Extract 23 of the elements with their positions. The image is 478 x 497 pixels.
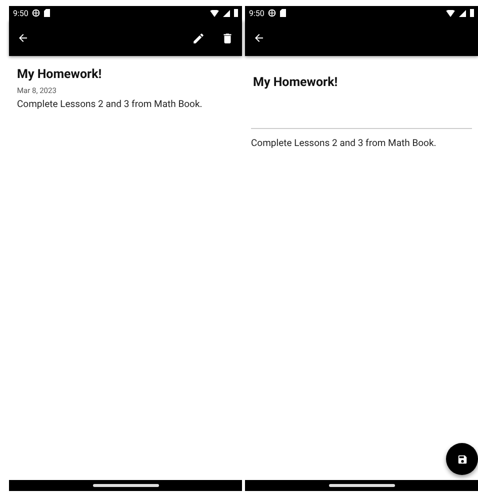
pencil-icon[interactable] (192, 32, 205, 44)
signal-icon (459, 10, 466, 16)
body-field[interactable]: Complete Lessons 2 and 3 from Math Book. (251, 138, 470, 149)
title-field[interactable]: My Homework! (251, 75, 472, 129)
battery-icon (470, 9, 474, 17)
status-time: 9:50 (249, 8, 264, 18)
battery-icon (234, 9, 238, 17)
wifi-icon (210, 10, 219, 16)
save-button[interactable] (446, 443, 478, 475)
home-handle[interactable] (92, 484, 158, 487)
wifi-icon (446, 10, 455, 16)
sd-card-icon (280, 9, 286, 17)
globe-icon (32, 9, 40, 17)
note-title: My Homework! (17, 67, 103, 82)
note-body: Complete Lessons 2 and 3 from Math Book. (17, 99, 204, 110)
signal-icon (223, 10, 230, 16)
globe-icon (268, 9, 276, 17)
status-time: 9:50 (13, 8, 28, 18)
back-arrow-icon[interactable] (253, 32, 265, 44)
sd-card-icon (44, 9, 50, 17)
home-handle[interactable] (328, 484, 394, 487)
back-arrow-icon[interactable] (17, 32, 29, 44)
trash-icon[interactable] (221, 32, 234, 44)
